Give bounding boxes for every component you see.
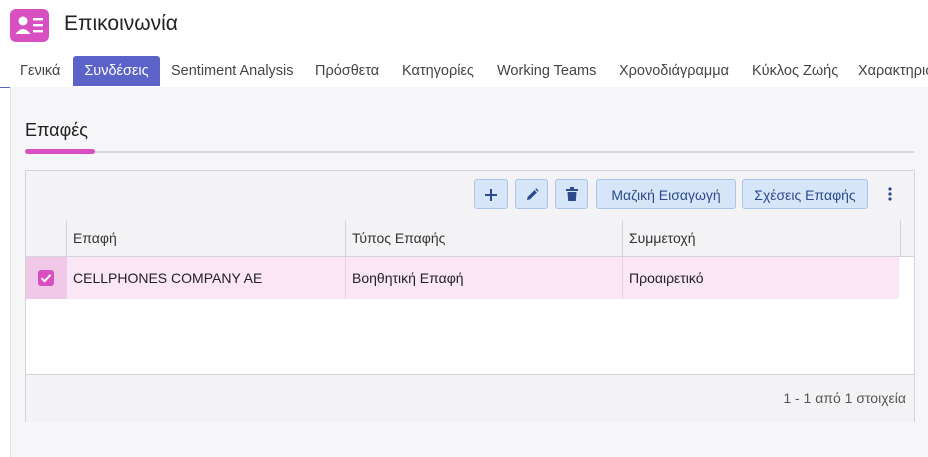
page-header: Επικοινωνία bbox=[0, 0, 928, 52]
edit-button[interactable] bbox=[515, 179, 548, 209]
check-icon bbox=[40, 274, 52, 283]
plus-icon bbox=[485, 189, 497, 201]
cell-contact-type: Βοηθητική Επαφή bbox=[345, 257, 622, 299]
trash-icon bbox=[565, 187, 578, 201]
section-title: Επαφές bbox=[25, 120, 88, 140]
grid-toolbar: Μαζική Εισαγωγή Σχέσεις Επαφής bbox=[26, 171, 914, 221]
tab-working-teams[interactable]: Working Teams bbox=[497, 56, 596, 86]
table-header: Επαφή Τύπος Επαφής Συμμετοχή bbox=[26, 220, 914, 257]
tab-categories[interactable]: Κατηγορίες bbox=[402, 56, 474, 86]
cell-contact: CELLPHONES COMPANY AE bbox=[66, 257, 345, 299]
page-title: Επικοινωνία bbox=[64, 12, 178, 35]
tab-characteristics[interactable]: Χαρακτηριστικά bbox=[858, 56, 928, 86]
column-header-contact[interactable]: Επαφή bbox=[66, 220, 345, 256]
contact-card-icon bbox=[10, 9, 49, 42]
tab-connections[interactable]: Συνδέσεις bbox=[73, 56, 160, 86]
tab-schedule[interactable]: Χρονοδιάγραμμα bbox=[619, 56, 729, 86]
contact-relations-button[interactable]: Σχέσεις Επαφής bbox=[742, 179, 868, 209]
column-header-spacer bbox=[900, 220, 914, 256]
column-header-participation[interactable]: Συμμετοχή bbox=[622, 220, 900, 256]
kebab-menu-icon[interactable] bbox=[882, 183, 898, 207]
tab-bar: Γενικά Συνδέσεις Sentiment Analysis Πρόσ… bbox=[0, 55, 928, 88]
pager-summary: 1 - 1 από 1 στοιχεία bbox=[783, 390, 906, 406]
section-accent-bar bbox=[25, 149, 95, 154]
tab-lifecycle[interactable]: Κύκλος Ζωής bbox=[752, 56, 838, 86]
tab-extras[interactable]: Πρόσθετα bbox=[315, 56, 379, 86]
bulk-import-button[interactable]: Μαζική Εισαγωγή bbox=[596, 179, 736, 209]
delete-button[interactable] bbox=[555, 179, 588, 209]
row-checkbox[interactable] bbox=[38, 270, 54, 286]
grid-footer: 1 - 1 από 1 στοιχεία bbox=[26, 374, 914, 422]
section-divider bbox=[25, 151, 914, 153]
tab-general[interactable]: Γενικά bbox=[20, 56, 60, 86]
contacts-grid: Μαζική Εισαγωγή Σχέσεις Επαφής Επαφή Τύπ… bbox=[25, 170, 915, 422]
add-button[interactable] bbox=[474, 179, 508, 209]
cell-participation: Προαιρετικό bbox=[622, 257, 899, 299]
table-row[interactable]: CELLPHONES COMPANY AE Βοηθητική Επαφή Πρ… bbox=[26, 257, 899, 299]
tab-sentiment-analysis[interactable]: Sentiment Analysis bbox=[171, 56, 294, 86]
column-header-contact-type[interactable]: Τύπος Επαφής bbox=[345, 220, 622, 256]
pencil-icon bbox=[526, 188, 539, 200]
row-select-cell bbox=[26, 257, 66, 299]
